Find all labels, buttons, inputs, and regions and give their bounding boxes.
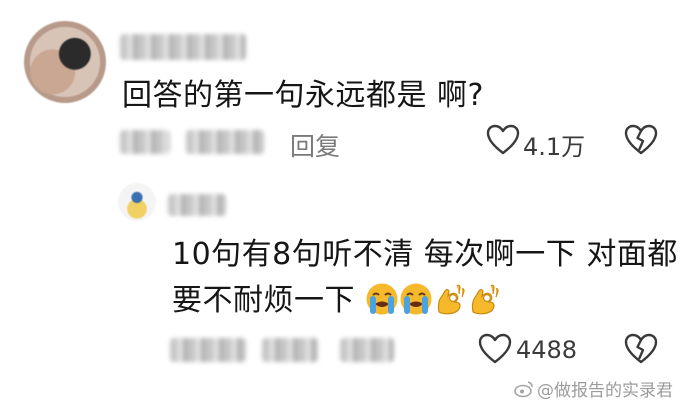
loudly-crying-face-icon bbox=[366, 283, 398, 315]
ok-hand-icon bbox=[471, 284, 499, 315]
reply-like-count: 4488 bbox=[516, 336, 578, 364]
broken-heart-icon bbox=[624, 333, 658, 364]
dislike-button[interactable] bbox=[624, 124, 658, 156]
comment-location-blurred bbox=[186, 130, 264, 154]
replier-avatar[interactable] bbox=[118, 183, 156, 221]
loudly-crying-face-icon bbox=[400, 283, 432, 315]
comment-like-count: 4.1万 bbox=[523, 133, 586, 161]
reply-date-blurred bbox=[170, 338, 246, 362]
reply-button[interactable]: 回复 bbox=[290, 127, 340, 163]
replier-username-blurred[interactable] bbox=[168, 194, 226, 216]
reply-reply-button-blurred[interactable] bbox=[340, 338, 394, 362]
commenter-avatar[interactable] bbox=[24, 21, 106, 103]
commenter-username-blurred[interactable] bbox=[120, 34, 246, 60]
comment-date-blurred bbox=[120, 130, 170, 154]
reply-like-button[interactable] bbox=[478, 333, 512, 365]
reply-dislike-button[interactable] bbox=[624, 333, 658, 365]
comment-text: 回答的第一句永远都是 啊? bbox=[122, 78, 484, 113]
reply-text-line2: 要不耐烦一下 bbox=[172, 281, 501, 321]
weibo-logo-icon bbox=[514, 380, 533, 397]
like-button[interactable] bbox=[486, 124, 520, 156]
reply-text-line2-label: 要不耐烦一下 bbox=[172, 283, 355, 318]
heart-icon bbox=[478, 333, 512, 364]
reply-location-blurred bbox=[262, 338, 318, 362]
ok-hand-icon bbox=[437, 284, 465, 315]
heart-icon bbox=[486, 124, 520, 155]
reply-text-line1: 10句有8句听不清 每次啊一下 对面都 bbox=[172, 237, 678, 272]
watermark: @做报告的实录君 bbox=[514, 376, 673, 401]
broken-heart-icon bbox=[624, 124, 658, 155]
watermark-text: @做报告的实录君 bbox=[537, 381, 673, 401]
